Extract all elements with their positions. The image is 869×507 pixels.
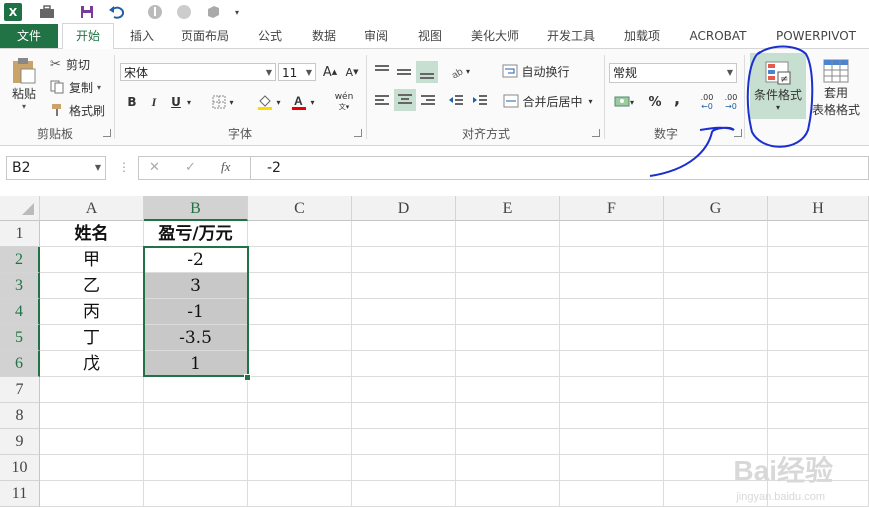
annotation-arrow — [649, 126, 735, 177]
annotation-circle — [746, 45, 814, 148]
annotation-overlay — [649, 45, 814, 177]
